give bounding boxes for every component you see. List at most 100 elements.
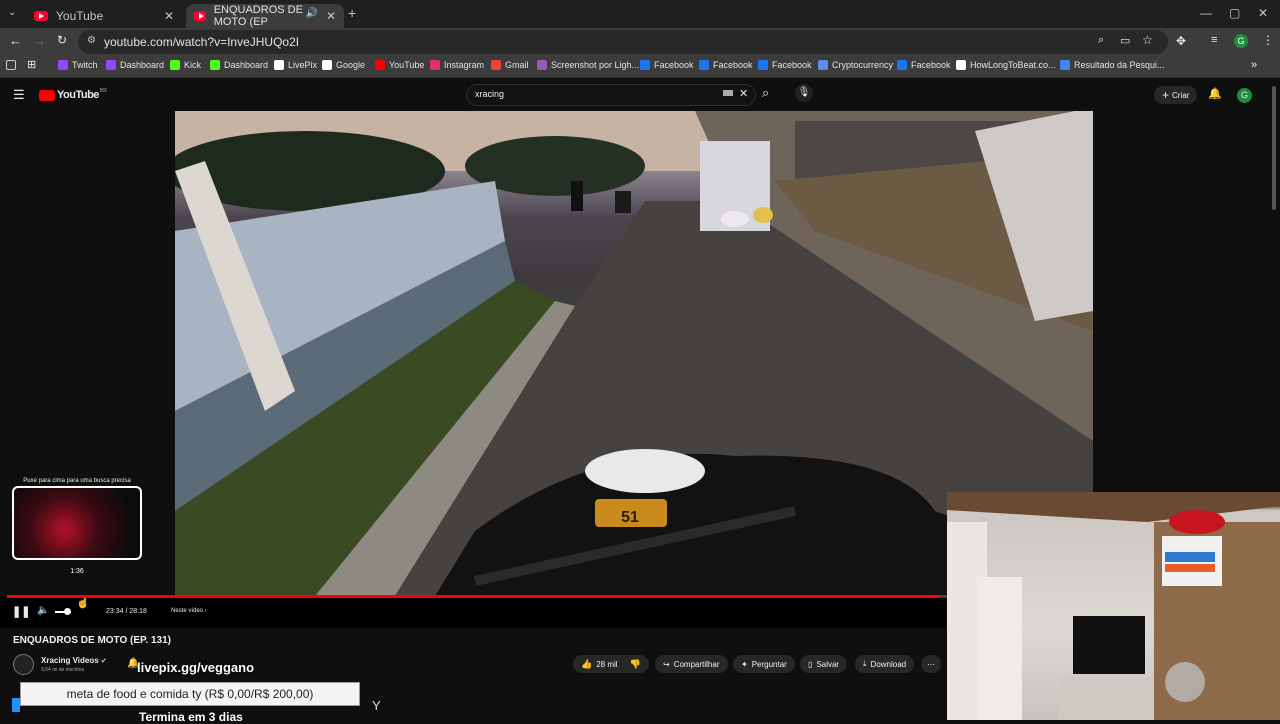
cast-icon[interactable]: ▭ xyxy=(1120,34,1130,47)
tab-search-icon[interactable]: ⌄ xyxy=(8,7,16,18)
verified-icon: ✔ xyxy=(100,658,107,665)
bookmark-item[interactable]: Facebook xyxy=(699,60,753,70)
bookmark-label: Facebook xyxy=(772,60,812,70)
bookmark-label: Cryptocurrency xyxy=(832,60,894,70)
bookmark-label: Facebook xyxy=(713,60,753,70)
site-info-icon[interactable]: ⚙ xyxy=(87,35,96,46)
apps-icon[interactable] xyxy=(6,60,16,70)
share-icon: ↪ xyxy=(663,659,670,669)
url-text: youtube.com/watch?v=InveJHUQo2I xyxy=(104,35,300,49)
bookmark-label: Dashboard xyxy=(224,60,269,70)
notifications-bell-icon[interactable]: 🔔 xyxy=(1208,87,1222,100)
microphone-icon[interactable]: 🎙 xyxy=(795,84,813,102)
like-dislike-group: 👍 28 mil 👎 xyxy=(573,655,649,673)
bookmark-label: Facebook xyxy=(654,60,694,70)
video-title: ENQUADROS DE MOTO (EP. 131) xyxy=(13,635,171,646)
bookmark-item[interactable]: Kick xyxy=(170,60,201,70)
channel-avatar[interactable] xyxy=(13,654,34,675)
extensions-icon[interactable]: ✥ xyxy=(1176,34,1186,48)
menu-kebab-icon[interactable]: ⋮ xyxy=(1262,33,1274,47)
bookmark-item[interactable]: Facebook xyxy=(758,60,812,70)
subscriber-count: 3,64 mi de inscritos xyxy=(41,667,85,673)
zoom-icon[interactable]: ⌕ xyxy=(1098,34,1104,47)
share-button[interactable]: ↪ Compartilhar xyxy=(655,655,728,673)
bookmark-label: Screenshot por Ligh... xyxy=(551,60,640,70)
bookmark-star-icon[interactable]: ☆ xyxy=(1142,33,1153,47)
progress-track[interactable] xyxy=(7,595,947,598)
save-icon: ▯ xyxy=(808,659,813,669)
browser-tab-bar: ⌄ YouTube ✕ ENQUADROS DE MOTO (EP 🔊 ✕ + … xyxy=(0,0,1280,28)
hamburger-menu-icon[interactable]: ☰ xyxy=(13,87,25,103)
bookmark-favicon-icon xyxy=(274,60,284,70)
speaker-icon[interactable]: 🔊 xyxy=(306,8,318,19)
bookmark-item[interactable]: Facebook xyxy=(897,60,951,70)
page-scrollbar[interactable] xyxy=(1272,86,1276,210)
pause-icon[interactable]: ❚❚ xyxy=(12,605,30,618)
tab-video[interactable]: ENQUADROS DE MOTO (EP 🔊 ✕ xyxy=(186,4,344,28)
close-window-icon[interactable]: ✕ xyxy=(1258,6,1268,20)
tab-youtube[interactable]: YouTube ✕ xyxy=(26,4,182,28)
bookmark-favicon-icon xyxy=(640,60,650,70)
bookmark-favicon-icon xyxy=(430,60,440,70)
like-icon[interactable]: 👍 xyxy=(581,659,592,670)
search-icon[interactable]: ⌕ xyxy=(762,85,769,101)
media-controls-icon[interactable]: ≡ xyxy=(1211,34,1217,46)
save-button[interactable]: ▯ Salvar xyxy=(800,655,848,673)
close-tab-icon[interactable]: ✕ xyxy=(326,9,336,23)
bookmark-label: Kick xyxy=(184,60,202,70)
bookmark-item[interactable]: Twitch xyxy=(58,60,98,70)
bookmark-item[interactable]: Dashboard xyxy=(106,60,164,70)
webcam-scene xyxy=(947,492,1280,720)
player-controls: ❚❚ 🔈 ☝ 23:34 / 28:18 Neste vídeo › xyxy=(0,596,946,628)
ask-button[interactable]: ✦ Perguntar xyxy=(733,655,795,673)
volume-knob[interactable] xyxy=(64,608,71,615)
youtube-logo[interactable]: YouTube BR xyxy=(39,88,107,101)
channel-name[interactable]: Xracing Videos ✔ xyxy=(41,656,107,665)
bookmark-favicon-icon xyxy=(58,60,68,70)
profile-avatar[interactable]: G xyxy=(1234,34,1248,48)
create-button[interactable]: + Criar xyxy=(1154,86,1198,104)
minimize-icon[interactable]: — xyxy=(1200,6,1212,20)
address-bar[interactable]: ⚙ youtube.com/watch?v=InveJHUQo2I ⌕ ▭ ☆ xyxy=(78,30,1168,54)
bookmark-favicon-icon xyxy=(322,60,332,70)
bookmark-item[interactable]: Facebook xyxy=(640,60,694,70)
search-input[interactable]: xracing ✕ xyxy=(466,84,756,106)
bookmark-item[interactable]: Screenshot por Ligh... xyxy=(537,60,639,70)
more-bookmarks-icon[interactable]: » xyxy=(1251,59,1257,71)
chapter-button[interactable]: Neste vídeo › xyxy=(171,608,207,614)
maximize-icon[interactable]: ▢ xyxy=(1229,6,1240,20)
youtube-favicon-icon xyxy=(34,11,48,21)
bookmark-item[interactable]: YouTube xyxy=(375,60,424,70)
forward-icon[interactable]: → xyxy=(33,33,46,48)
reload-icon[interactable]: ↻ xyxy=(57,33,67,47)
bookmark-favicon-icon xyxy=(956,60,966,70)
bookmark-item[interactable]: Dashboard xyxy=(210,60,268,70)
bookmark-item[interactable]: Cryptocurrency xyxy=(818,60,893,70)
close-tab-icon[interactable]: ✕ xyxy=(164,9,174,23)
bookmark-item[interactable]: Google xyxy=(322,60,365,70)
account-avatar[interactable]: G xyxy=(1237,88,1252,103)
bookmark-item[interactable]: Gmail xyxy=(491,60,529,70)
back-icon[interactable]: ← xyxy=(9,33,22,48)
sparkle-icon: ✦ xyxy=(741,659,748,669)
bookmark-item[interactable]: Instagram xyxy=(430,60,484,70)
bookmark-favicon-icon xyxy=(537,60,547,70)
clear-search-icon[interactable]: ✕ xyxy=(739,87,748,100)
taskbar-app-icon[interactable]: Y xyxy=(372,698,381,713)
grid-icon[interactable]: ⊞ xyxy=(27,58,36,71)
bookmark-label: Twitch xyxy=(72,60,98,70)
keyboard-icon[interactable] xyxy=(723,90,733,96)
bookmark-item[interactable]: Resultado da Pesqui... xyxy=(1060,60,1165,70)
dislike-icon[interactable]: 👎 xyxy=(630,659,641,670)
bookmark-label: HowLongToBeat.co... xyxy=(970,60,1056,70)
bookmark-item[interactable]: HowLongToBeat.co... xyxy=(956,60,1056,70)
youtube-header: ☰ YouTube BR xracing ✕ ⌕ 🎙 + Criar 🔔 G xyxy=(0,78,1280,210)
volume-icon[interactable]: 🔈 xyxy=(37,605,49,616)
new-tab-button[interactable]: + xyxy=(348,5,356,21)
download-button[interactable]: ⤓ Download xyxy=(855,655,915,673)
speedometer-readout: 51 xyxy=(621,509,639,526)
more-actions-icon[interactable]: ⋯ xyxy=(921,655,941,673)
seek-preview-time: 1:36 xyxy=(70,568,84,575)
bookmark-label: Resultado da Pesqui... xyxy=(1074,60,1165,70)
bookmark-item[interactable]: LivePix xyxy=(274,60,317,70)
